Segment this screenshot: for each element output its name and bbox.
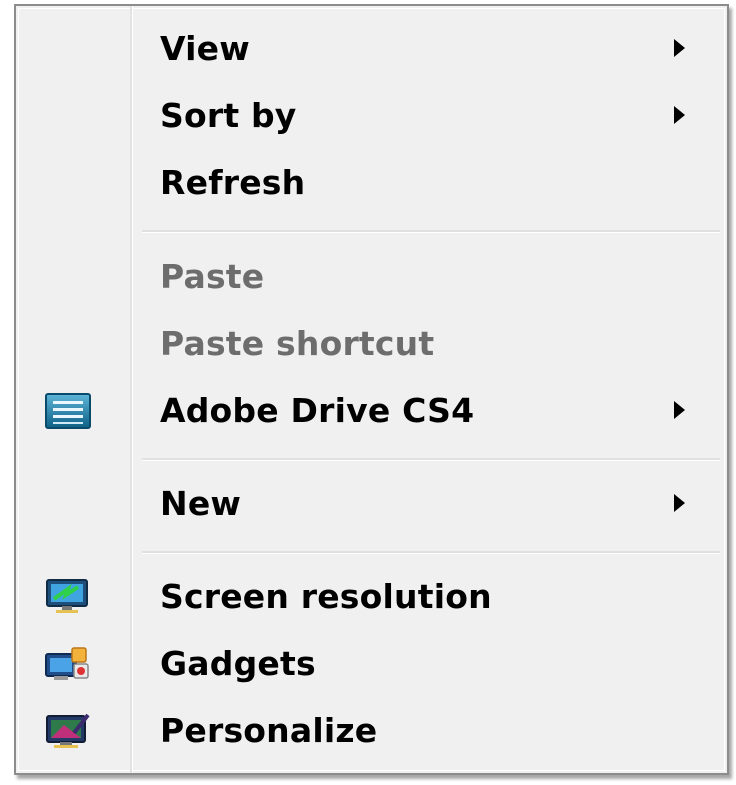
- menu-item-sort-by[interactable]: Sort by: [20, 83, 723, 149]
- menu-separator: [142, 551, 720, 554]
- menu-item-label: View: [160, 29, 250, 68]
- desktop-context-menu: View Sort by Refresh Paste Paste shortcu…: [14, 4, 729, 775]
- gadgets-icon: [44, 644, 92, 684]
- submenu-arrow-icon: [674, 494, 685, 512]
- menu-item-label: Paste: [160, 257, 265, 296]
- menu-item-label: Screen resolution: [160, 577, 492, 616]
- menu-item-label: Refresh: [160, 163, 306, 202]
- menu-item-gadgets[interactable]: Gadgets: [20, 631, 723, 697]
- menu-item-label: New: [160, 484, 242, 523]
- menu-item-refresh[interactable]: Refresh: [20, 150, 723, 216]
- menu-item-screen-resolution[interactable]: Screen resolution: [20, 564, 723, 630]
- menu-item-label: Adobe Drive CS4: [160, 391, 475, 430]
- menu-item-new[interactable]: New: [20, 471, 723, 537]
- personalize-icon: [44, 711, 92, 751]
- menu-separator: [142, 458, 720, 461]
- submenu-arrow-icon: [674, 39, 685, 57]
- menu-item-label: Gadgets: [160, 644, 316, 683]
- submenu-arrow-icon: [674, 401, 685, 419]
- menu-item-personalize[interactable]: Personalize: [20, 698, 723, 764]
- menu-item-label: Paste shortcut: [160, 324, 435, 363]
- screen-resolution-icon: [44, 577, 92, 617]
- menu-item-paste-shortcut[interactable]: Paste shortcut: [20, 311, 723, 377]
- menu-item-adobe-drive-cs4[interactable]: Adobe Drive CS4: [20, 378, 723, 444]
- submenu-arrow-icon: [674, 106, 685, 124]
- menu-item-label: Sort by: [160, 96, 297, 135]
- menu-item-paste[interactable]: Paste: [20, 244, 723, 310]
- menu-item-view[interactable]: View: [20, 16, 723, 82]
- adobe-drive-icon: [44, 391, 92, 431]
- menu-separator: [142, 230, 720, 233]
- menu-item-label: Personalize: [160, 711, 378, 750]
